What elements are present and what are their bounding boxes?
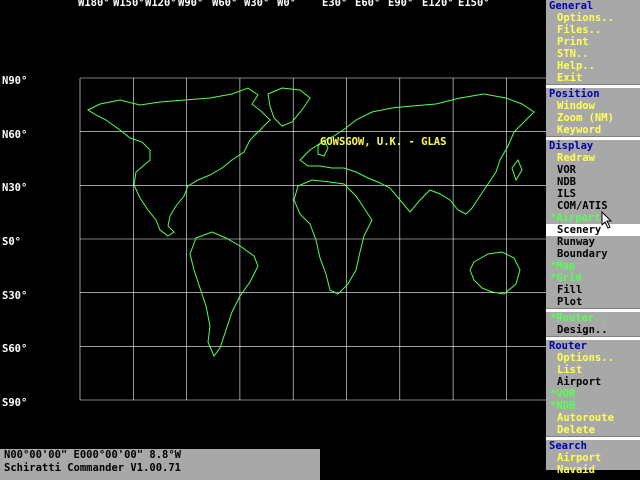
panel-section-display: Display Redraw VOR NDB ILS COM/ATIS *Airport Sc… — [546, 140, 640, 308]
section-title-display: Display — [549, 140, 594, 152]
menu-item-router-autoroute[interactable]: Autoroute — [546, 412, 640, 424]
menu-item-general-options[interactable]: Options.. — [546, 12, 640, 24]
app-version: Schiratti Commander V1.00.71 — [4, 462, 182, 474]
longitude-label: E30° — [322, 0, 348, 9]
longitude-label: E150° — [458, 0, 490, 9]
menu-item-router-airport[interactable]: Airport — [546, 376, 640, 388]
south-america-outline — [189, 231, 259, 357]
panel-section-search: Search Airport Navaid — [546, 440, 640, 476]
north-america-outline — [86, 87, 271, 237]
airport-marker-label[interactable]: GOWSGOW, U.K. - GLAS — [320, 136, 446, 148]
longitude-label: W60° — [212, 0, 238, 9]
world-map[interactable]: W180° W150° W120° W90° W60° W30° W0° E30° E60° E9… — [0, 0, 546, 448]
map-canvas[interactable] — [0, 0, 546, 448]
menu-item-display-boundary[interactable]: Boundary — [546, 248, 640, 260]
menu-item-display-com-atis[interactable]: COM/ATIS — [546, 200, 640, 212]
menu-item-display-ndb[interactable]: NDB — [546, 176, 640, 188]
menu-item-display-airport[interactable]: *Airport — [546, 212, 640, 224]
menu-item-router-vor[interactable]: *VOR — [546, 388, 640, 400]
latitude-label: N90° — [2, 75, 28, 87]
panel-section-general: General Options.. Files.. Print STN.. Help.. E… — [546, 0, 640, 84]
menu-item-general-help[interactable]: Help.. — [546, 60, 640, 72]
panel-section-position: Position Window Zoom (NM) Keyword — [546, 88, 640, 136]
longitude-label: W180° — [78, 0, 110, 9]
longitude-label: W150° — [113, 0, 145, 9]
greenland-outline — [267, 87, 311, 127]
section-title-router: Router — [549, 340, 587, 352]
menu-item-display-redraw[interactable]: Redraw — [546, 152, 640, 164]
latitude-label: N60° — [2, 128, 28, 141]
longitude-label: E60° — [355, 0, 381, 9]
australia-outline — [469, 251, 521, 295]
latitude-label: S90° — [2, 397, 28, 409]
status-bar: N00°00'00" E000°00'00" 8.8°W Schiratti C… — [0, 449, 320, 480]
japan-outline — [511, 158, 523, 182]
section-title-general: General — [549, 0, 594, 12]
longitude-label: W0° — [277, 0, 296, 9]
command-panel: General Options.. Files.. Print STN.. Help.. E… — [546, 0, 640, 476]
menu-item-router_tools-router[interactable]: *Router.. — [546, 312, 640, 324]
menu-item-display-scenery[interactable]: Scenery — [546, 224, 640, 236]
longitude-label: W90° — [178, 0, 204, 9]
menu-item-display-grid[interactable]: *Grid — [546, 272, 640, 284]
menu-item-display-plot[interactable]: Plot — [546, 296, 640, 308]
coordinate-readout: N00°00'00" E000°00'00" 8.8°W — [4, 449, 182, 461]
longitude-label: W30° — [244, 0, 270, 9]
menu-item-position-keyword[interactable]: Keyword — [546, 124, 640, 136]
coastlines — [86, 87, 535, 357]
menu-item-position-zoom-nm[interactable]: Zoom (NM) — [546, 112, 640, 124]
longitude-label: E90° — [388, 0, 414, 9]
menu-item-display-runway[interactable]: Runway — [546, 236, 640, 248]
latitude-label: S60° — [2, 343, 28, 356]
section-title-position: Position — [549, 88, 600, 100]
mouse-pointer-icon — [601, 211, 613, 229]
menu-item-display-fill[interactable]: Fill — [546, 284, 640, 296]
menu-item-search-navaid[interactable]: Navaid — [546, 464, 640, 476]
menu-item-general-print[interactable]: Print — [546, 36, 640, 48]
menu-item-display-ils[interactable]: ILS — [546, 188, 640, 200]
menu-item-router-ndb[interactable]: *NDB — [546, 400, 640, 412]
menu-item-display-map[interactable]: *Map — [546, 260, 640, 272]
menu-item-general-stn[interactable]: STN.. — [546, 48, 640, 60]
menu-item-router-list[interactable]: List — [546, 364, 640, 376]
menu-item-router-options[interactable]: Options.. — [546, 352, 640, 364]
section-title-search: Search — [549, 440, 587, 452]
latitude-label: S0° — [2, 236, 21, 248]
menu-item-general-exit[interactable]: Exit — [546, 72, 640, 84]
menu-item-router_tools-design[interactable]: Design.. — [546, 324, 640, 336]
eurasia-outline — [299, 93, 535, 215]
latitude-label: N30° — [2, 182, 28, 195]
latitude-label: S30° — [2, 289, 28, 302]
longitude-label: W120° — [145, 0, 177, 9]
menu-item-search-airport[interactable]: Airport — [546, 452, 640, 464]
africa-outline — [293, 179, 373, 295]
panel-section-router_tools: *Router.. Design.. — [546, 312, 640, 336]
panel-section-router: Router Options.. List Airport *VOR *NDB Autoro… — [546, 340, 640, 436]
lat-lon-grid — [79, 77, 546, 401]
longitude-label: E120° — [422, 0, 454, 9]
menu-item-router-delete[interactable]: Delete — [546, 424, 640, 436]
menu-item-display-vor[interactable]: VOR — [546, 164, 640, 176]
menu-item-position-window[interactable]: Window — [546, 100, 640, 112]
menu-item-general-files[interactable]: Files.. — [546, 24, 640, 36]
